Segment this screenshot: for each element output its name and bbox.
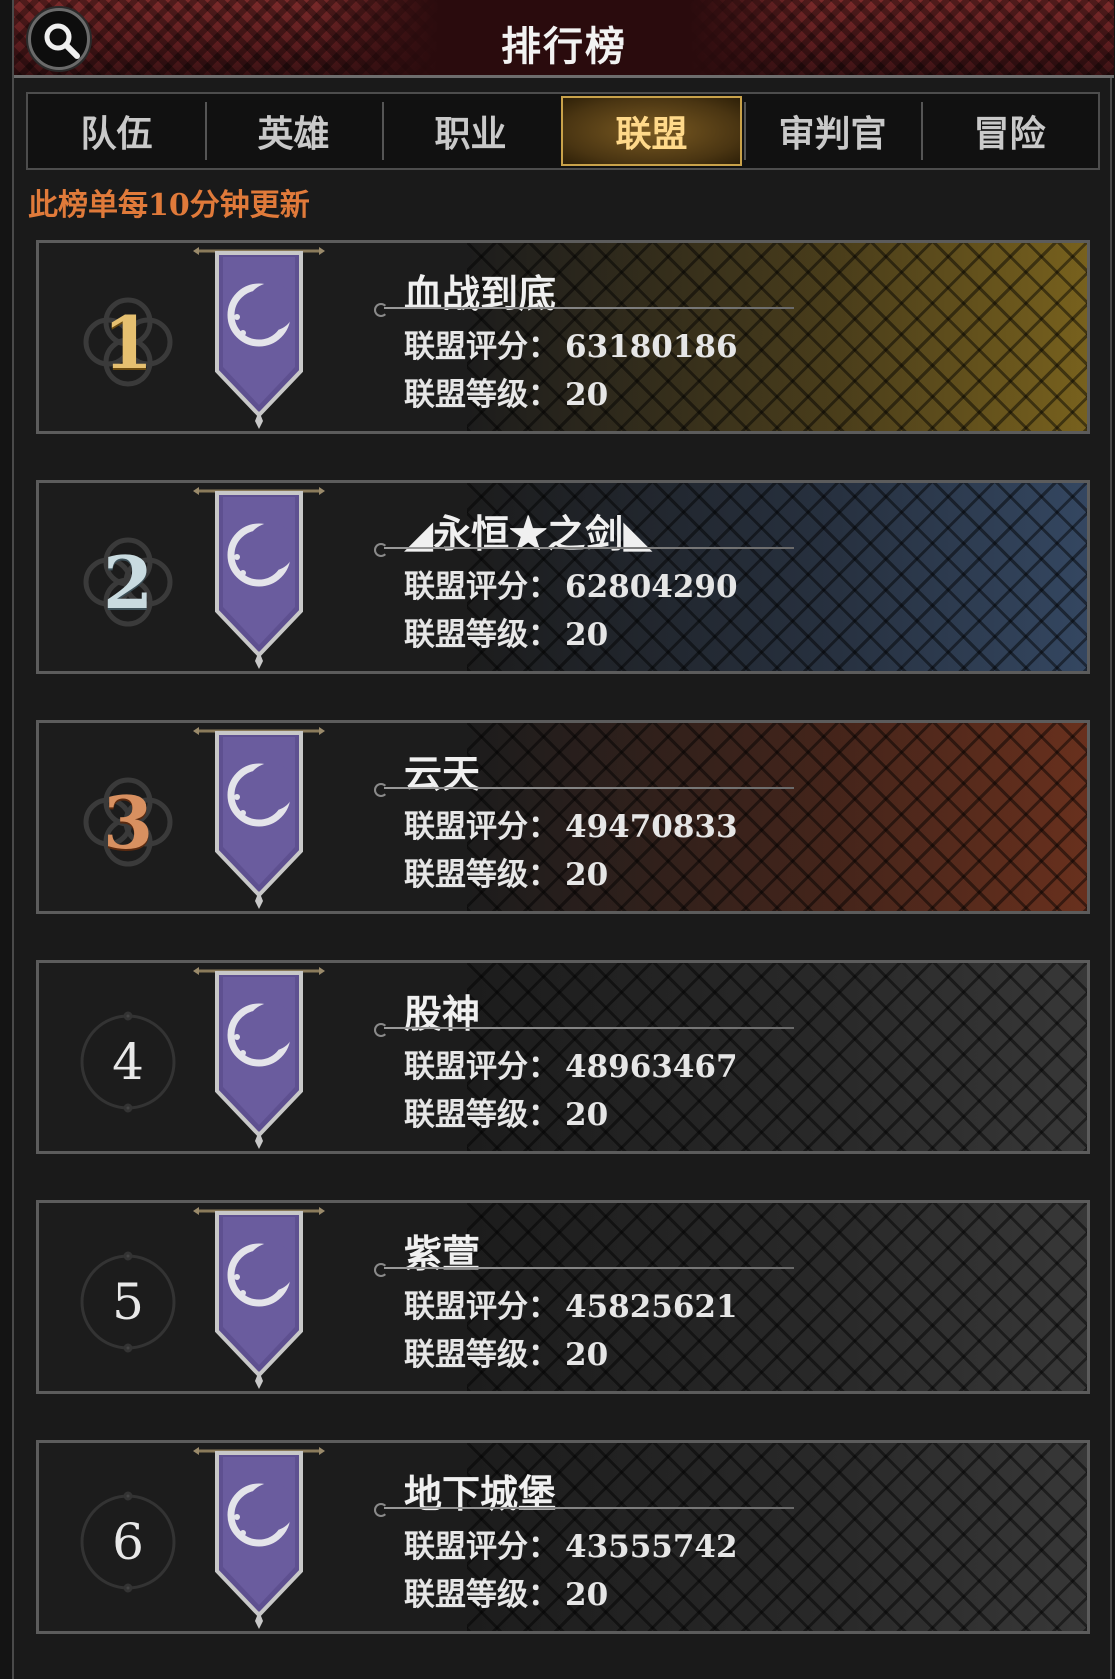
guild-level-value: 20 <box>565 1097 609 1133</box>
guild-banner-icon <box>193 1447 325 1629</box>
guild-banner-icon <box>193 967 325 1149</box>
guild-level: 联盟等级： 20 <box>404 369 608 414</box>
title-bar: 排行榜 <box>14 0 1114 78</box>
rank-number: 6 <box>112 1513 144 1571</box>
guild-level-value: 20 <box>565 617 609 653</box>
guild-score-value: 45825621 <box>565 1289 738 1325</box>
guild-score-label: 联盟评分： <box>404 329 559 365</box>
guild-score-label: 联盟评分： <box>404 809 559 845</box>
guild-score-value: 43555742 <box>565 1529 738 1565</box>
guild-score: 联盟评分： 48963467 <box>404 1041 738 1086</box>
guild-level-label: 联盟等级： <box>404 1577 559 1613</box>
tab-hero[interactable]: 英雄 <box>205 94 382 168</box>
guild-level-label: 联盟等级： <box>404 1337 559 1373</box>
rank-number: 3 <box>102 779 154 865</box>
guild-banner-icon <box>193 1207 325 1389</box>
guild-level-label: 联盟等级： <box>404 617 559 653</box>
guild-name: 股神 <box>404 991 481 1036</box>
rank-number: 4 <box>112 1033 144 1091</box>
tab-adventure[interactable]: 冒险 <box>921 94 1098 168</box>
page-title: 排行榜 <box>501 23 627 70</box>
ranking-entry-4[interactable]: 4 股神 联盟评分： 48963467 联盟等级： 20 <box>36 960 1090 1154</box>
guild-score-label: 联盟评分： <box>404 1049 559 1085</box>
guild-score: 联盟评分： 49470833 <box>404 801 738 846</box>
guild-name: ◢永恒★之剑◣ <box>404 511 653 556</box>
guild-banner-icon <box>193 247 325 429</box>
rank-number: 2 <box>102 539 154 625</box>
guild-level-label: 联盟等级： <box>404 857 559 893</box>
guild-name: 云天 <box>404 751 481 796</box>
guild-level: 联盟等级： 20 <box>404 1329 608 1374</box>
rank-number: 1 <box>102 299 154 385</box>
ranking-entry-5[interactable]: 5 紫萱 联盟评分： 45825621 联盟等级： 20 <box>36 1200 1090 1394</box>
guild-score-label: 联盟评分： <box>404 1529 559 1565</box>
ranking-entry-3[interactable]: 3 云天 联盟评分： 49470833 联盟等级： 20 <box>36 720 1090 914</box>
guild-banner-icon <box>193 727 325 909</box>
tab-guild[interactable]: 联盟 <box>561 96 742 166</box>
ranking-entry-1[interactable]: 1 血战到底 联盟评分： 63180186 联盟等级： 20 <box>36 240 1090 434</box>
guild-level: 联盟等级： 20 <box>404 849 608 894</box>
guild-banner-icon <box>193 487 325 669</box>
tab-team[interactable]: 队伍 <box>28 94 205 168</box>
category-tabs: 队伍 英雄 职业 联盟 审判官 冒险 <box>26 92 1100 170</box>
guild-score: 联盟评分： 45825621 <box>404 1281 738 1326</box>
guild-level-value: 20 <box>565 1337 609 1373</box>
tab-inquisitor[interactable]: 审判官 <box>744 94 921 168</box>
guild-score-value: 48963467 <box>565 1049 738 1085</box>
rank-number: 5 <box>112 1273 144 1331</box>
guild-score-label: 联盟评分： <box>404 1289 559 1325</box>
update-notice: 此榜单每10分钟更新 <box>28 188 310 223</box>
guild-score: 联盟评分： 43555742 <box>404 1521 738 1566</box>
guild-level: 联盟等级： 20 <box>404 609 608 654</box>
guild-level-value: 20 <box>565 857 609 893</box>
guild-level-label: 联盟等级： <box>404 377 559 413</box>
guild-name: 血战到底 <box>404 271 557 316</box>
guild-score: 联盟评分： 63180186 <box>404 321 738 366</box>
guild-level: 联盟等级： 20 <box>404 1089 608 1134</box>
guild-level-value: 20 <box>565 1577 609 1613</box>
ranking-entry-2[interactable]: 2 ◢永恒★之剑◣ 联盟评分： 62804290 联盟等级： 20 <box>36 480 1090 674</box>
search-icon <box>44 23 80 59</box>
guild-level-label: 联盟等级： <box>404 1097 559 1133</box>
guild-score-label: 联盟评分： <box>404 569 559 605</box>
tab-class[interactable]: 职业 <box>382 94 559 168</box>
guild-level: 联盟等级： 20 <box>404 1569 608 1614</box>
guild-score-value: 49470833 <box>565 809 738 845</box>
guild-score-value: 63180186 <box>565 329 738 365</box>
guild-name: 紫萱 <box>404 1231 481 1276</box>
guild-name: 地下城堡 <box>404 1471 557 1516</box>
ranking-entry-6[interactable]: 6 地下城堡 联盟评分： 43555742 联盟等级： 20 <box>36 1440 1090 1634</box>
guild-score: 联盟评分： 62804290 <box>404 561 738 606</box>
guild-level-value: 20 <box>565 377 609 413</box>
leaderboard-panel: 排行榜 队伍 英雄 职业 联盟 审判官 冒险 此榜单每10分钟更新 1 血战到底… <box>12 0 1114 1679</box>
search-button[interactable] <box>28 8 90 70</box>
guild-score-value: 62804290 <box>565 569 738 605</box>
